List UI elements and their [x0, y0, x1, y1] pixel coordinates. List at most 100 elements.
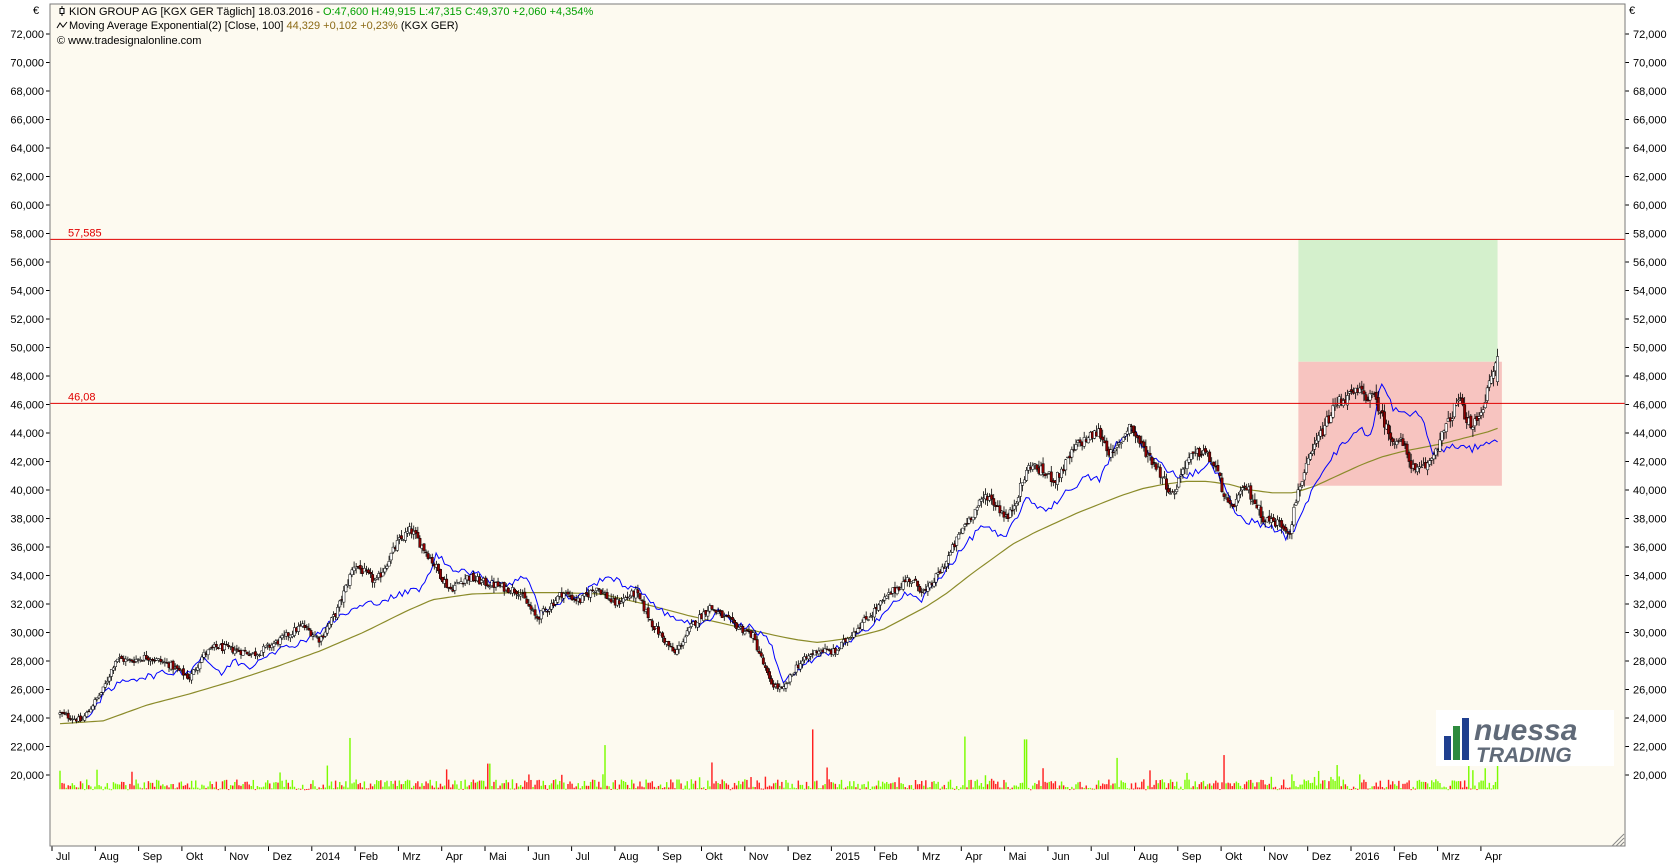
candle-body [1471, 426, 1475, 430]
candle-body [1432, 454, 1436, 460]
volume-bar [170, 784, 172, 790]
candle-body [225, 643, 229, 646]
y-tick-label-right: 50,000 [1633, 343, 1667, 355]
candle-body [245, 651, 249, 655]
volume-bar [834, 783, 837, 790]
volume-bar [1176, 781, 1178, 790]
volume-bar [651, 781, 654, 790]
volume-bar [1445, 787, 1447, 790]
volume-bar [528, 774, 530, 790]
candle-body [266, 643, 270, 646]
candle-body [591, 589, 595, 592]
volume-bar [1217, 782, 1219, 790]
volume-bar [291, 780, 294, 790]
price-chart[interactable]: 57,585 46,08 20,000 22,000 24,000 26,000 28,0… [0, 0, 1678, 864]
volume-bar [1019, 783, 1022, 790]
volume-bar [433, 787, 436, 790]
volume-bar [271, 788, 273, 790]
volume-bar [811, 729, 814, 790]
volume-bar [565, 788, 567, 790]
volume-bar [1426, 783, 1429, 790]
candle-body [1025, 470, 1029, 481]
volume-bar [522, 786, 524, 790]
x-tick-label: Sep [662, 851, 682, 863]
volume-bar [1040, 786, 1042, 790]
candle-body [784, 683, 788, 689]
volume-bar [779, 785, 781, 790]
volume-bar [511, 779, 514, 790]
volume-bar [908, 785, 911, 790]
volume-bar [602, 774, 604, 790]
volume-bar [1280, 785, 1283, 790]
candle-body [330, 617, 333, 625]
volume-bar [425, 781, 427, 790]
volume-bar [1476, 789, 1478, 791]
volume-bar [269, 783, 271, 790]
candle-body [114, 661, 117, 667]
volume-bar [289, 786, 292, 790]
volume-bar [1348, 788, 1351, 790]
volume-bar [814, 781, 816, 790]
candle-body [1222, 493, 1226, 497]
logo-text-trading: TRADING [1476, 744, 1572, 766]
volume-bar [199, 788, 201, 790]
volume-bar [756, 780, 758, 790]
volume-bar [849, 781, 851, 790]
volume-bar [1274, 786, 1277, 790]
y-tick-label-left: 70,000 [10, 58, 44, 70]
volume-bar [925, 780, 927, 790]
candle-body [852, 631, 856, 638]
candle-body [519, 594, 523, 597]
candle-body [1438, 439, 1442, 452]
candle-body [381, 572, 385, 577]
candle-body [1082, 437, 1086, 447]
volume-bar [491, 786, 493, 790]
candle-body [1491, 371, 1495, 379]
volume-bar [783, 787, 785, 790]
volume-bar [1013, 785, 1015, 790]
x-tick-label: Mrz [922, 851, 940, 863]
volume-bar [918, 784, 921, 790]
volume-bar [262, 786, 265, 790]
volume-bar [1231, 786, 1233, 790]
volume-bar [406, 779, 409, 790]
volume-bar [713, 783, 715, 790]
volume-bar [571, 783, 573, 790]
y-tick-label-left: 26,000 [10, 685, 44, 697]
volume-bar [192, 787, 195, 790]
volume-bar [445, 769, 448, 790]
volume-bar [750, 777, 752, 790]
candle-body [112, 667, 115, 671]
candle-body [375, 577, 379, 580]
volume-bar [1138, 787, 1141, 790]
volume-bar [530, 779, 532, 790]
volume-bar [1050, 781, 1052, 790]
volume-bar [1247, 780, 1250, 790]
volume-bar [1229, 783, 1231, 790]
y-tick-label-left: 52,000 [10, 314, 44, 326]
volume-bar [1293, 780, 1295, 790]
candle-body [243, 649, 247, 652]
volume-bar [519, 785, 522, 790]
volume-bar [1420, 781, 1423, 790]
volume-bar [1463, 780, 1466, 790]
volume-bar [600, 787, 602, 790]
candle-body [1189, 453, 1193, 460]
volume-bar [102, 789, 104, 791]
volume-bar [59, 770, 61, 790]
volume-bar [1243, 784, 1246, 790]
volume-bar [507, 782, 510, 790]
indicator-value: 44,329 +0,102 +0,23% [286, 20, 398, 32]
volume-bar [1478, 782, 1480, 790]
volume-bar [1332, 779, 1334, 790]
candle-body [369, 572, 372, 575]
volume-bar [1062, 785, 1065, 790]
candle-body [864, 616, 868, 620]
volume-bar [378, 781, 380, 790]
volume-bar [1237, 782, 1240, 790]
volume-bar [982, 786, 985, 790]
candle-body [1121, 437, 1125, 442]
volume-bar [1155, 780, 1157, 790]
volume-bar [661, 788, 664, 790]
x-tick-label: Jul [1095, 851, 1109, 863]
